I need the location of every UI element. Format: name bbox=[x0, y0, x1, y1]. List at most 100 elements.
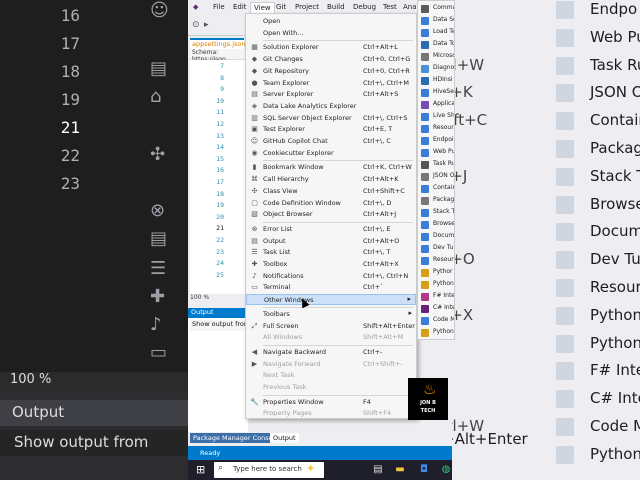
submenu-item[interactable]: Load Te bbox=[418, 27, 454, 39]
menu-item-open-with[interactable]: Open With... bbox=[246, 28, 416, 39]
submenu-item[interactable]: Endpoi bbox=[418, 135, 454, 147]
menu-item-class-view[interactable]: ✣ Class View Ctrl+Shift+C bbox=[246, 186, 416, 197]
submenu-item[interactable]: C# Inte bbox=[418, 303, 454, 315]
submenu-item[interactable]: HDInsi bbox=[418, 75, 454, 87]
submenu-item[interactable]: Microso bbox=[418, 51, 455, 63]
menu-item-git-changes[interactable]: ◆ Git Changes Ctrl+0, Ctrl+G bbox=[246, 54, 416, 65]
menu-test[interactable]: Test bbox=[380, 2, 400, 12]
code-definition-window-icon: ▢ bbox=[251, 198, 258, 207]
menu-git[interactable]: Git bbox=[273, 2, 289, 12]
menu-item-toolbox[interactable]: ✚ Toolbox Ctrl+Alt+X bbox=[246, 259, 416, 270]
menu-item-properties-window[interactable]: 🔧 Properties Window F4 bbox=[246, 397, 416, 408]
menu-item-sql-server-object-explorer[interactable]: ▥ SQL Server Object Explorer Ctrl+\, Ctrl+… bbox=[246, 113, 416, 124]
submenu-item[interactable]: Pythor bbox=[418, 267, 454, 279]
menu-debug[interactable]: Debug bbox=[350, 2, 379, 12]
window-icon bbox=[421, 41, 429, 49]
menu-item-all-windows: All Windows Shift+Alt+M bbox=[246, 332, 416, 343]
menu-item-call-hierarchy[interactable]: ⌘ Call Hierarchy Ctrl+Alt+K bbox=[246, 174, 416, 185]
back-icon[interactable]: ⊙ bbox=[192, 20, 200, 30]
menu-item-code-definition-window[interactable]: ▢ Code Definition Window Ctrl+\, D bbox=[246, 198, 416, 209]
windows-taskbar: ⊞ ⌕ Type here to search ✦ ▤ ▬ ◘ ◍ bbox=[188, 460, 452, 480]
submenu-item[interactable]: Data To bbox=[418, 39, 454, 51]
menu-item-shortcut: Ctrl+` bbox=[363, 283, 384, 292]
submenu-item[interactable]: Python bbox=[418, 279, 454, 291]
menu-item-navigate-backward[interactable]: ◀ Navigate Backward Ctrl+- bbox=[246, 347, 416, 358]
menu-item-git-repository[interactable]: ◆ Git Repository Ctrl+0, Ctrl+R bbox=[246, 66, 416, 77]
submenu-item[interactable]: Resour bbox=[418, 123, 454, 135]
submenu-item[interactable]: Live Sh bbox=[418, 111, 454, 123]
menu-item-label: Open With... bbox=[263, 28, 304, 37]
other-windows-icon bbox=[251, 296, 260, 305]
menu-item-team-explorer[interactable]: ● Team Explorer Ctrl+\, Ctrl+M bbox=[246, 78, 416, 89]
taskbar-search-box[interactable]: ⌕ Type here to search ✦ bbox=[214, 462, 324, 478]
submenu-item[interactable]: JSON O bbox=[418, 171, 454, 183]
menu-item-other-windows[interactable]: Other Windows ▸ bbox=[246, 294, 416, 306]
submenu-item[interactable]: Task Ru bbox=[418, 159, 454, 171]
background-right-blur: CEndpo Web Pu Ctrl+W Task Ru Alt+K JSON O Shif… bbox=[452, 0, 640, 480]
menu-item-label: Git Repository bbox=[263, 66, 310, 75]
forward-icon[interactable]: ▸ bbox=[204, 20, 209, 30]
solution-explorer-icon: ▦ bbox=[251, 43, 258, 52]
menu-item-shortcut: Ctrl+Shift+- bbox=[363, 359, 403, 368]
menu-item-object-browser[interactable]: ▧ Object Browser Ctrl+Alt+J bbox=[246, 209, 416, 220]
submenu-item[interactable]: HiveSe bbox=[418, 87, 454, 99]
menu-item-label: Output bbox=[263, 236, 286, 245]
submenu-item[interactable]: Applica bbox=[418, 99, 454, 111]
submenu-item[interactable]: Dev Tu bbox=[418, 243, 454, 255]
edge-icon[interactable]: ◍ bbox=[440, 464, 452, 476]
window-icon bbox=[421, 305, 429, 313]
menu-item-output[interactable]: ▤ Output Ctrl+Alt+O bbox=[246, 236, 416, 247]
submenu-item[interactable]: Stack Tr bbox=[418, 207, 455, 219]
menu-item-test-explorer[interactable]: ▣ Test Explorer Ctrl+E, T bbox=[246, 124, 416, 135]
tab-output[interactable]: Output bbox=[270, 433, 299, 443]
submenu-item-label: Contain bbox=[433, 184, 455, 191]
schema-bar[interactable]: Schema: https://json bbox=[190, 49, 248, 63]
menu-item-toolbars[interactable]: Toolbars ▸ bbox=[246, 309, 416, 320]
copilot-icon: ☺ bbox=[150, 0, 169, 21]
submenu-item[interactable]: Python bbox=[418, 327, 454, 339]
task-view-icon[interactable]: ▤ bbox=[372, 464, 384, 476]
menu-item-task-list[interactable]: ☰ Task List Ctrl+\, T bbox=[246, 247, 416, 258]
outlook-icon[interactable]: ◘ bbox=[418, 464, 430, 476]
submenu-item[interactable]: Data So bbox=[418, 15, 454, 27]
menu-item-github-copilot-chat[interactable]: ☺ GitHub Copilot Chat Ctrl+\, C bbox=[246, 136, 416, 147]
test-explorer-icon: ▣ bbox=[251, 125, 258, 134]
submenu-item[interactable]: Docum bbox=[418, 231, 454, 243]
submenu-item[interactable]: Browse bbox=[418, 219, 454, 231]
menu-item-notifications[interactable]: ♪ Notifications Ctrl+\, Ctrl+N bbox=[246, 271, 416, 282]
menu-file[interactable]: File bbox=[210, 2, 228, 12]
submenu-item[interactable]: Packag bbox=[418, 195, 454, 207]
code-editor[interactable]: 7 8 9 10 11 12 13 14 15 16 17 18 19 20 21 22 23 24 25 bbox=[190, 60, 248, 294]
menu-item-open[interactable]: Open bbox=[246, 16, 416, 27]
tab-package-manager-console[interactable]: Package Manager Console bbox=[190, 433, 282, 443]
submenu-item[interactable]: Contain bbox=[418, 183, 455, 195]
menu-view[interactable]: View bbox=[250, 2, 275, 13]
file-explorer-icon[interactable]: ▬ bbox=[394, 464, 406, 476]
submenu-item[interactable]: F# Inte bbox=[418, 291, 454, 303]
menu-item-data-lake-analytics-explorer[interactable]: ◈ Data Lake Analytics Explorer bbox=[246, 101, 416, 112]
menu-item-server-explorer[interactable]: ▤ Server Explorer Ctrl+Alt+S bbox=[246, 89, 416, 100]
zoom-level[interactable]: 100 % bbox=[188, 294, 248, 303]
document-tab[interactable]: appsettings.json* bbox=[190, 38, 249, 49]
submenu-item[interactable]: Code M bbox=[418, 315, 454, 327]
menu-item-terminal[interactable]: ▭ Terminal Ctrl+` bbox=[246, 282, 416, 293]
menu-item-error-list[interactable]: ⊗ Error List Ctrl+\, E bbox=[246, 224, 416, 235]
menu-item-cookiecutter-explorer[interactable]: ◉ Cookiecutter Explorer bbox=[246, 148, 416, 159]
window-icon bbox=[421, 29, 429, 37]
submenu-item[interactable]: Diagno bbox=[418, 63, 454, 75]
submenu-item-label: Microso bbox=[433, 52, 455, 59]
bg-window-icon bbox=[556, 362, 574, 381]
menu-project[interactable]: Project bbox=[292, 2, 322, 12]
menu-item-solution-explorer[interactable]: ▦ Solution Explorer Ctrl+Alt+L bbox=[246, 42, 416, 53]
menu-edit[interactable]: Edit bbox=[230, 2, 250, 12]
windows-start-icon[interactable]: ⊞ bbox=[196, 464, 208, 476]
submenu-item[interactable]: Resour bbox=[418, 255, 454, 267]
submenu-item[interactable]: Web Pu bbox=[418, 147, 454, 159]
bg-window-label: Endpo bbox=[590, 0, 638, 18]
menu-item-full-screen[interactable]: ⤢ Full Screen Shift+Alt+Enter bbox=[246, 321, 416, 332]
submenu-item[interactable]: Comma bbox=[418, 3, 454, 15]
menu-item-label: Previous Task bbox=[263, 383, 307, 391]
menu-build[interactable]: Build bbox=[324, 2, 348, 12]
submenu-item-label: Stack Tr bbox=[433, 208, 455, 215]
menu-item-bookmark-window[interactable]: ▮ Bookmark Window Ctrl+K, Ctrl+W bbox=[246, 162, 416, 173]
